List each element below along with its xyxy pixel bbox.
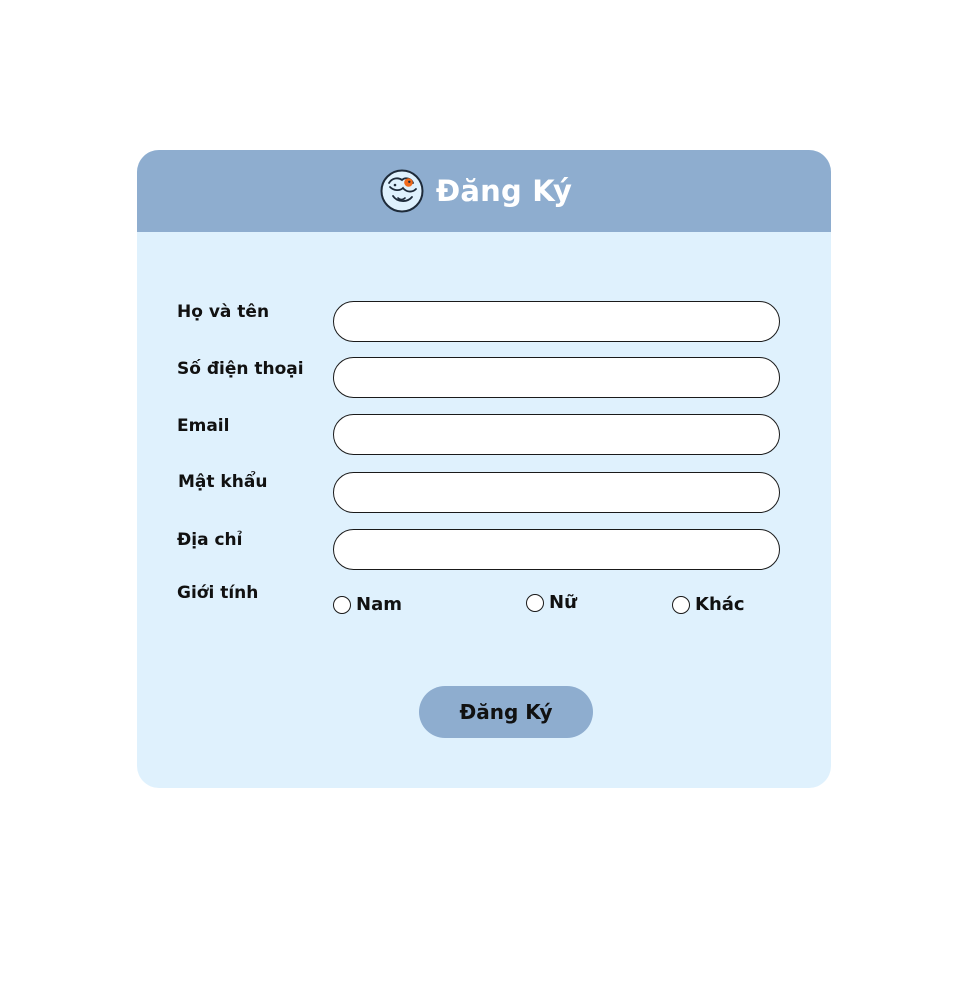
- dog-logo-icon: [380, 169, 424, 213]
- password-input[interactable]: [333, 472, 780, 513]
- gender-option-label: Nam: [356, 594, 402, 615]
- gender-option-label: Nữ: [549, 592, 577, 613]
- phone-input[interactable]: [333, 357, 780, 398]
- gender-option-female[interactable]: Nữ: [526, 592, 577, 613]
- gender-option-male[interactable]: Nam: [333, 594, 402, 615]
- gender-option-label: Khác: [695, 594, 745, 615]
- card-header: Đăng Ký: [137, 150, 831, 232]
- page-title: Đăng Ký: [435, 174, 573, 208]
- full-name-label: Họ và tên: [177, 302, 270, 322]
- address-label: Địa chỉ: [177, 530, 243, 550]
- password-label: Mật khẩu: [178, 472, 268, 492]
- email-input[interactable]: [333, 414, 780, 455]
- gender-option-other[interactable]: Khác: [672, 594, 745, 615]
- radio-male[interactable]: [333, 595, 351, 614]
- radio-other[interactable]: [672, 595, 690, 614]
- radio-female[interactable]: [526, 593, 544, 612]
- address-input[interactable]: [333, 529, 780, 570]
- register-card: Đăng Ký Họ và tên Số điện thoại Email Mậ…: [137, 150, 831, 788]
- full-name-input[interactable]: [333, 301, 780, 342]
- phone-label: Số điện thoại: [177, 359, 304, 379]
- register-button[interactable]: Đăng Ký: [419, 686, 593, 738]
- email-label: Email: [177, 416, 230, 436]
- gender-label: Giới tính: [177, 583, 259, 603]
